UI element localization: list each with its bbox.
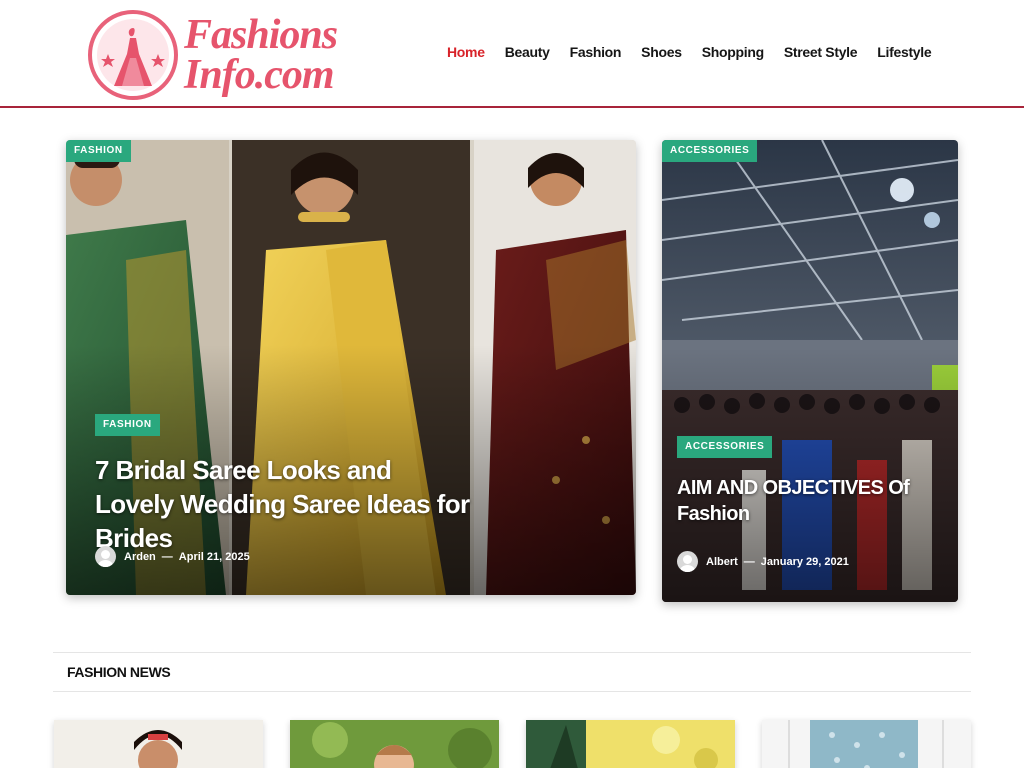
author-avatar-icon [677, 551, 698, 572]
nav-item-shopping[interactable]: Shopping [702, 44, 764, 60]
news-thumbnail[interactable] [526, 720, 735, 768]
main-nav: Home Beauty Fashion Shoes Shopping Stree… [447, 44, 951, 60]
nav-item-lifestyle[interactable]: Lifestyle [877, 44, 931, 60]
nav-item-street-style[interactable]: Street Style [784, 44, 858, 60]
meta-separator: — [743, 555, 755, 568]
featured-side-title[interactable]: AIM AND OBJECTIVES Of Fashion [677, 475, 937, 527]
site-logo[interactable]: Fashions Info.com [88, 8, 350, 102]
news-thumbnail[interactable] [762, 720, 971, 768]
section-title: FASHION NEWS [67, 664, 171, 680]
post-meta: Arden — April 21, 2025 [95, 546, 250, 567]
category-badge[interactable]: FASHION [95, 414, 160, 436]
author-name[interactable]: Arden [124, 551, 156, 563]
image-overlay [662, 140, 958, 602]
nav-item-fashion[interactable]: Fashion [570, 44, 622, 60]
meta-separator: — [161, 550, 173, 563]
logo-text-line2: Info.com [184, 52, 334, 98]
category-badge[interactable]: ACCESSORIES [662, 140, 758, 162]
thumbnail-image [290, 720, 499, 768]
nav-item-shoes[interactable]: Shoes [641, 44, 682, 60]
post-meta: Albert — January 29, 2021 [677, 551, 849, 572]
featured-post-side[interactable]: ACCESSORIES ACCESSORIES AIM AND OBJECTIV… [662, 140, 958, 602]
nav-item-beauty[interactable]: Beauty [505, 44, 550, 60]
featured-main-title[interactable]: 7 Bridal Saree Looks and Lovely Wedding … [95, 453, 475, 555]
featured-post-main[interactable]: FASHION FASHION 7 Bridal Saree Looks and… [66, 140, 636, 595]
logo-text-line1: Fashions [184, 12, 338, 58]
author-avatar-icon [95, 546, 116, 567]
thumbnail-image [526, 720, 735, 768]
nav-item-home[interactable]: Home [447, 44, 485, 60]
section-header: FASHION NEWS [53, 652, 971, 692]
logo-dress-icon [88, 10, 178, 100]
news-thumbnail[interactable] [54, 720, 263, 768]
category-badge[interactable]: FASHION [66, 140, 131, 162]
thumbnail-image [762, 720, 971, 768]
author-name[interactable]: Albert [706, 556, 738, 568]
category-badge[interactable]: ACCESSORIES [677, 436, 773, 458]
site-header: Fashions Info.com Home Beauty Fashion Sh… [0, 0, 1024, 108]
thumbnail-image [54, 720, 263, 768]
post-date: January 29, 2021 [760, 555, 849, 568]
news-thumbnail[interactable] [290, 720, 499, 768]
post-date: April 21, 2025 [178, 550, 250, 563]
